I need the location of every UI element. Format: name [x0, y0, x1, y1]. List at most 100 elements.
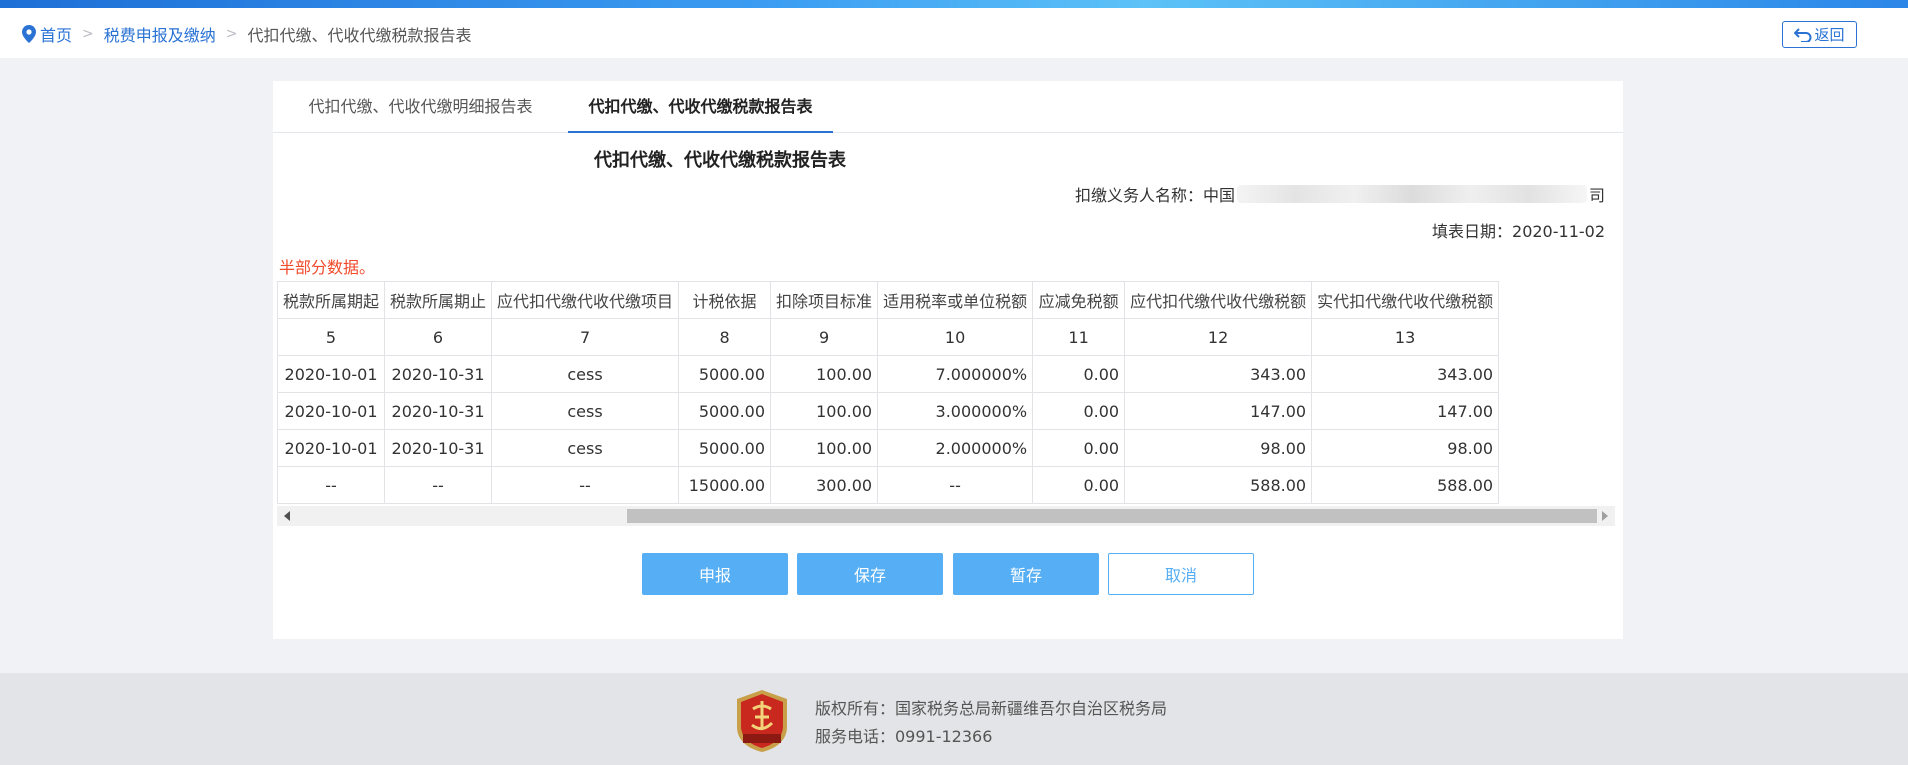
- fill-date-label: 填表日期：: [1432, 222, 1513, 241]
- table-cell: 2020-10-31: [384, 392, 493, 430]
- table-cell: 0.00: [1032, 429, 1126, 467]
- table-cell: 5000.00: [678, 392, 772, 430]
- table-cell: 147.00: [1124, 392, 1313, 430]
- table-cell: 2.000000%: [877, 429, 1034, 467]
- fill-date-row: 填表日期：2020-11-02: [1432, 218, 1605, 242]
- table-cell: 2020-10-31: [384, 429, 493, 467]
- table-cell: 98.00: [1124, 429, 1313, 467]
- table-cell: --: [877, 466, 1034, 504]
- table-row: 2020-10-01 2020-10-31 cess 5000.00 100.00 2.0…: [277, 429, 1500, 467]
- service-phone-text: 服务电话：0991-12366: [815, 727, 993, 746]
- breadcrumb-separator-icon: >: [225, 26, 238, 42]
- horizontal-scrollbar[interactable]: [277, 506, 1615, 526]
- report-table: 税款所属期起 税款所属期止 应代扣代缴代收代缴项目 计税依据 扣除项目标准 适用税率或单位…: [277, 281, 1500, 504]
- table-cell: 3.000000%: [877, 392, 1034, 430]
- action-buttons: 申报 保存 暂存 取消: [273, 553, 1623, 595]
- breadcrumb-current: 代扣代缴、代收代缴税款报告表: [247, 26, 472, 45]
- column-header: 应代扣代缴代收代缴项目: [491, 281, 680, 319]
- table-cell: 15000.00: [678, 466, 772, 504]
- breadcrumb-separator-icon: >: [82, 26, 94, 42]
- scroll-right-arrow-icon[interactable]: [1602, 511, 1608, 521]
- table-row: 2020-10-01 2020-10-31 cess 5000.00 100.00 7.0…: [277, 355, 1500, 393]
- table-cell: 0.00: [1032, 466, 1126, 504]
- table-cell: cess: [491, 392, 680, 430]
- temp-save-button[interactable]: 暂存: [953, 553, 1099, 595]
- table-cell: 0.00: [1032, 392, 1126, 430]
- header: 首页 > 税费申报及缴纳 > 代扣代缴、代收代缴税款报告表 返回: [0, 8, 1908, 58]
- breadcrumb: 首页 > 税费申报及缴纳 > 代扣代缴、代收代缴税款报告表: [22, 22, 472, 46]
- table-cell: 147.00: [1311, 392, 1500, 430]
- redacted-agent-name: [1236, 185, 1587, 203]
- agent-name-suffix: 司: [1588, 186, 1605, 205]
- table-cell: --: [277, 466, 386, 504]
- table-cell: 0.00: [1032, 355, 1126, 393]
- declare-button[interactable]: 申报: [642, 553, 788, 595]
- table-header-row: 税款所属期起 税款所属期止 应代扣代缴代收代缴项目 计税依据 扣除项目标准 适用税率或单位…: [277, 281, 1500, 319]
- column-number-cell: 6: [384, 318, 493, 356]
- breadcrumb-section-link[interactable]: 税费申报及缴纳: [104, 22, 216, 46]
- form-title: 代扣代缴、代收代缴税款报告表: [594, 150, 846, 171]
- report-table-container: 税款所属期起 税款所属期止 应代扣代缴代收代缴项目 计税依据 扣除项目标准 适用税率或单位…: [277, 281, 1615, 507]
- footer: 版权所有：国家税务总局新疆维吾尔自治区税务局 服务电话：0991-12366: [0, 673, 1908, 765]
- table-cell: 7.000000%: [877, 355, 1034, 393]
- top-accent-bar: [0, 0, 1908, 8]
- column-header: 应减免税额: [1032, 281, 1126, 319]
- breadcrumb-home-link[interactable]: 首页: [40, 22, 72, 46]
- cancel-button[interactable]: 取消: [1108, 553, 1254, 595]
- table-cell: 100.00: [770, 392, 879, 430]
- party-emblem-logo: [737, 690, 787, 752]
- table-cell: 98.00: [1311, 429, 1500, 467]
- location-pin-icon: [22, 25, 36, 43]
- column-header: 计税依据: [678, 281, 772, 319]
- save-button[interactable]: 保存: [797, 553, 943, 595]
- fill-date-value: 2020-11-02: [1512, 222, 1605, 241]
- agent-name-prefix: 中国: [1202, 186, 1235, 205]
- column-header: 税款所属期起: [277, 281, 386, 319]
- column-header: 实代扣代缴代收代缴税额: [1311, 281, 1500, 319]
- column-number-cell: 13: [1311, 318, 1500, 356]
- table-cell: 5000.00: [678, 429, 772, 467]
- table-cell: cess: [491, 355, 680, 393]
- scrollbar-thumb[interactable]: [627, 509, 1597, 523]
- column-number-cell: 9: [770, 318, 879, 356]
- column-number-cell: 11: [1032, 318, 1126, 356]
- table-cell: 300.00: [770, 466, 879, 504]
- table-cell: 2020-10-31: [384, 355, 493, 393]
- column-number-cell: 8: [678, 318, 772, 356]
- column-number-cell: 7: [491, 318, 680, 356]
- table-cell: 588.00: [1124, 466, 1313, 504]
- scroll-left-arrow-icon[interactable]: [284, 511, 290, 521]
- table-row: 2020-10-01 2020-10-31 cess 5000.00 100.00 3.0…: [277, 392, 1500, 430]
- tab-detail-report[interactable]: 代扣代缴、代收代缴明细报告表: [273, 81, 568, 133]
- copyright-text: 版权所有：国家税务总局新疆维吾尔自治区税务局: [815, 699, 1168, 718]
- column-header: 适用税率或单位税额: [877, 281, 1034, 319]
- report-card: 代扣代缴、代收代缴明细报告表 代扣代缴、代收代缴税款报告表 代扣代缴、代收代缴税…: [273, 81, 1623, 639]
- table-cell: --: [384, 466, 493, 504]
- tab-bar: 代扣代缴、代收代缴明细报告表 代扣代缴、代收代缴税款报告表: [273, 81, 1623, 133]
- footer-text: 版权所有：国家税务总局新疆维吾尔自治区税务局 服务电话：0991-12366: [815, 695, 1167, 751]
- table-cell: 588.00: [1311, 466, 1500, 504]
- table-cell: 100.00: [770, 355, 879, 393]
- table-row: -- -- -- 15000.00 300.00 -- 0.00 588.00 588.00: [277, 466, 1500, 504]
- warning-text: 半部分数据。: [279, 258, 376, 277]
- table-cell: --: [491, 466, 680, 504]
- back-button[interactable]: 返回: [1782, 21, 1857, 48]
- table-cell: 2020-10-01: [277, 429, 386, 467]
- table-cell: 343.00: [1124, 355, 1313, 393]
- column-header: 扣除项目标准: [770, 281, 879, 319]
- withholding-agent-row: 扣缴义务人名称： 中国 司: [1075, 182, 1605, 206]
- agent-label: 扣缴义务人名称：: [1074, 186, 1203, 205]
- tab-tax-report[interactable]: 代扣代缴、代收代缴税款报告表: [568, 81, 833, 133]
- column-number-row: 5 6 7 8 9 10 11 12 13: [277, 318, 1500, 356]
- table-cell: 5000.00: [678, 355, 772, 393]
- column-number-cell: 10: [877, 318, 1034, 356]
- back-button-label: 返回: [1814, 26, 1845, 44]
- column-header: 应代扣代缴代收代缴税额: [1124, 281, 1313, 319]
- table-cell: 2020-10-01: [277, 355, 386, 393]
- table-cell: 100.00: [770, 429, 879, 467]
- back-arrow-icon: [1794, 27, 1812, 42]
- table-cell: cess: [491, 429, 680, 467]
- table-cell: 2020-10-01: [277, 392, 386, 430]
- column-header: 税款所属期止: [384, 281, 493, 319]
- column-number-cell: 12: [1124, 318, 1313, 356]
